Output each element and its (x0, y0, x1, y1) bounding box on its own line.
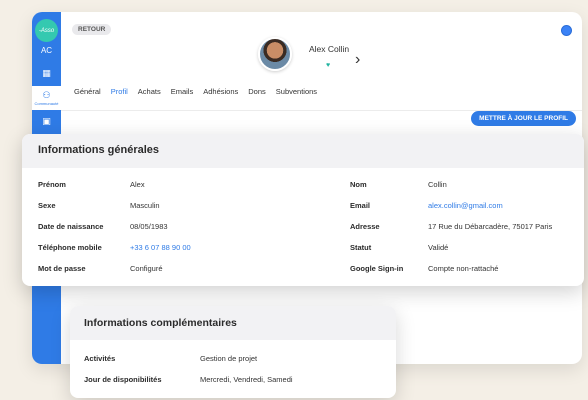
value-prenom: Alex (130, 180, 145, 189)
label-activites: Activités (84, 354, 116, 363)
app-logo[interactable]: -Asso (35, 19, 58, 42)
general-info-card: Informations générales Prénom Alex Sexe … (22, 134, 584, 286)
heart-icon: ♥ (326, 62, 331, 69)
label-date-naissance: Date de naissance (38, 222, 104, 231)
community-icon: ⚇ (42, 90, 51, 100)
general-info-title: Informations générales (22, 134, 584, 168)
calendar-icon[interactable]: ▣ (32, 112, 61, 130)
sidebar-item-community[interactable]: ⚇ Communauté (32, 86, 61, 110)
value-date-naissance: 08/05/1983 (130, 222, 168, 231)
label-sexe: Sexe (38, 201, 56, 210)
chevron-right-icon[interactable]: › (355, 52, 360, 68)
label-google-signin: Google Sign-in (350, 264, 404, 273)
label-statut: Statut (350, 243, 372, 252)
tab-profil[interactable]: Profil (111, 87, 128, 96)
value-activites: Gestion de projet (200, 354, 258, 363)
label-disponibilites: Jour de disponibilités (84, 375, 162, 384)
label-prenom: Prénom (38, 180, 66, 189)
dashboard-icon[interactable]: ▦ (32, 64, 61, 82)
tab-dons[interactable]: Dons (248, 87, 266, 96)
value-nom: Collin (428, 180, 447, 189)
avatar (258, 37, 292, 71)
label-mot-de-passe: Mot de passe (38, 264, 86, 273)
tab-general[interactable]: Général (74, 87, 101, 96)
value-mot-de-passe: Configuré (130, 264, 163, 273)
value-disponibilites: Mercredi, Vendredi, Samedi (200, 375, 293, 384)
value-google-signin: Compte non-rattaché (428, 264, 499, 273)
sidebar-item-label: Communauté (34, 101, 59, 106)
complementary-info-title: Informations complémentaires (70, 306, 396, 340)
value-sexe: Masculin (130, 201, 160, 210)
user-initials[interactable]: AC (32, 46, 61, 55)
tab-achats[interactable]: Achats (138, 87, 161, 96)
profile-name: Alex Collin (309, 44, 350, 54)
value-adresse: 17 Rue du Débarcadère, 75017 Paris (428, 222, 553, 231)
tab-emails[interactable]: Emails (171, 87, 194, 96)
back-button[interactable]: RETOUR (72, 24, 112, 35)
tab-adhesions[interactable]: Adhésions (203, 87, 238, 96)
complementary-info-card: Informations complémentaires Activités G… (70, 306, 396, 398)
tab-subventions[interactable]: Subventions (276, 87, 317, 96)
label-telephone: Téléphone mobile (38, 243, 102, 252)
phone-link[interactable]: +33 6 07 88 90 00 (130, 243, 191, 252)
globe-icon[interactable] (561, 25, 572, 36)
label-email: Email (350, 201, 371, 210)
value-statut: Validé (428, 243, 449, 252)
label-nom: Nom (350, 180, 367, 189)
label-adresse: Adresse (350, 222, 380, 231)
update-profile-button[interactable]: METTRE À JOUR LE PROFIL (471, 111, 576, 126)
email-link[interactable]: alex.collin@gmail.com (428, 201, 503, 210)
profile-tabs: Général Profil Achats Emails Adhésions D… (74, 87, 317, 96)
